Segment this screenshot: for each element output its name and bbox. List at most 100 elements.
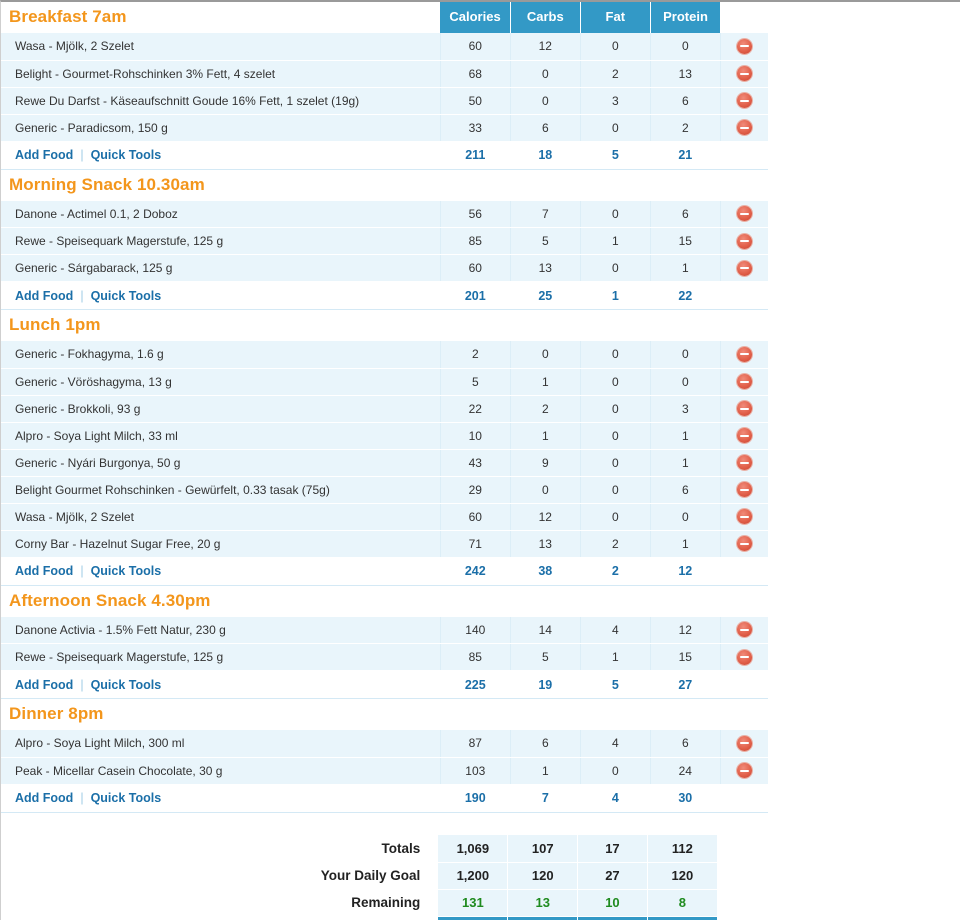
quick-tools-link[interactable]: Quick Tools: [91, 678, 162, 692]
remove-circle-icon[interactable]: [736, 482, 752, 498]
food-protein: 1: [650, 449, 721, 477]
food-calories: 60: [440, 503, 511, 531]
meal-total-delete-spacer: [720, 141, 768, 169]
remove-circle-icon[interactable]: [736, 93, 752, 109]
food-row: Alpro - Soya Light Milch, 300 ml 87 6 4 6: [1, 730, 768, 758]
food-protein: 0: [650, 368, 721, 396]
meal-total-row: Add Food | Quick Tools 201 25 1 22: [1, 281, 768, 310]
food-fat: 0: [580, 200, 651, 228]
delete-cell: [720, 368, 768, 396]
meal-total-row: Add Food | Quick Tools 211 18 5 21: [1, 141, 768, 169]
add-food-link[interactable]: Add Food: [15, 564, 73, 578]
add-food-link[interactable]: Add Food: [15, 678, 73, 692]
food-calories: 56: [440, 200, 511, 228]
food-name: Danone - Actimel 0.1, 2 Doboz: [1, 200, 441, 228]
summary-row-totals: Totals 1,069 107 17 112: [1, 835, 717, 863]
meal-total-calories: 201: [440, 281, 511, 310]
column-header-calories: Calories: [440, 2, 511, 33]
food-protein: 6: [650, 476, 721, 504]
food-carbs: 2: [510, 395, 581, 423]
food-protein: 12: [650, 616, 721, 644]
food-row: Generic - Brokkoli, 93 g 22 2 0 3: [1, 395, 768, 423]
summary-totals-fat: 17: [577, 835, 648, 863]
food-calories: 140: [440, 616, 511, 644]
remove-circle-icon[interactable]: [736, 622, 752, 638]
column-header-fat: Fat: [580, 2, 651, 33]
food-diary-table: Breakfast 7am Calories Carbs Fat Protein Wasa…: [1, 2, 768, 812]
quick-tools-link[interactable]: Quick Tools: [91, 791, 162, 805]
meal-total-carbs: 38: [510, 557, 581, 585]
meal-actions-cell: Add Food | Quick Tools: [1, 141, 441, 169]
food-carbs: 6: [510, 730, 581, 758]
meal-actions-cell: Add Food | Quick Tools: [1, 281, 441, 310]
remove-circle-icon[interactable]: [736, 120, 752, 136]
food-calories: 85: [440, 643, 511, 671]
meal-title: Breakfast 7am: [9, 7, 127, 26]
meal-total-fat: 2: [580, 557, 651, 585]
remove-circle-icon[interactable]: [736, 735, 752, 751]
remove-circle-icon[interactable]: [736, 66, 752, 82]
add-food-link[interactable]: Add Food: [15, 791, 73, 805]
quick-tools-link[interactable]: Quick Tools: [91, 289, 162, 303]
remove-circle-icon[interactable]: [736, 763, 752, 779]
food-carbs: 5: [510, 227, 581, 255]
remove-circle-icon[interactable]: [736, 649, 752, 665]
column-header-delete-spacer: [720, 2, 768, 33]
meal-header-cell: Morning Snack 10.30am: [1, 168, 768, 201]
food-row: Wasa - Mjölk, 2 Szelet 60 12 0 0: [1, 503, 768, 531]
action-separator: |: [80, 148, 84, 162]
meal-total-fat: 5: [580, 141, 651, 169]
meal-header-cell: Lunch 1pm: [1, 309, 768, 341]
food-row: Belight - Gourmet-Rohschinken 3% Fett, 4…: [1, 60, 768, 88]
add-food-link[interactable]: Add Food: [15, 148, 73, 162]
delete-cell: [720, 200, 768, 228]
remove-circle-icon[interactable]: [736, 206, 752, 222]
food-calories: 10: [440, 422, 511, 450]
food-protein: 2: [650, 114, 721, 142]
food-diary-page: Breakfast 7am Calories Carbs Fat Protein Wasa…: [0, 0, 960, 920]
meal-total-calories: 211: [440, 141, 511, 169]
meal-header-cell: Dinner 8pm: [1, 698, 768, 730]
food-carbs: 1: [510, 422, 581, 450]
remove-circle-icon[interactable]: [736, 401, 752, 417]
food-calories: 60: [440, 33, 511, 61]
remove-circle-icon[interactable]: [736, 346, 752, 362]
quick-tools-link[interactable]: Quick Tools: [91, 564, 162, 578]
quick-tools-link[interactable]: Quick Tools: [91, 148, 162, 162]
meal-total-protein: 22: [650, 281, 721, 310]
delete-cell: [720, 87, 768, 115]
summary-remaining-fat: 10: [577, 889, 648, 917]
delete-cell: [720, 530, 768, 558]
remove-circle-icon[interactable]: [736, 536, 752, 552]
food-fat: 0: [580, 341, 651, 369]
meal-total-protein: 27: [650, 670, 721, 699]
remove-circle-icon[interactable]: [736, 233, 752, 249]
remove-circle-icon[interactable]: [736, 38, 752, 54]
food-fat: 0: [580, 395, 651, 423]
add-food-link[interactable]: Add Food: [15, 289, 73, 303]
food-protein: 0: [650, 33, 721, 61]
remove-circle-icon[interactable]: [736, 428, 752, 444]
meal-total-delete-spacer: [720, 281, 768, 310]
food-protein: 24: [650, 757, 721, 785]
food-name: Wasa - Mjölk, 2 Szelet: [1, 33, 441, 61]
meal-total-delete-spacer: [720, 557, 768, 585]
remove-circle-icon[interactable]: [736, 509, 752, 525]
food-row: Wasa - Mjölk, 2 Szelet 60 12 0 0: [1, 33, 768, 61]
summary-footer-protein: Protein: [647, 916, 717, 920]
food-calories: 68: [440, 60, 511, 88]
food-fat: 3: [580, 87, 651, 115]
remove-circle-icon[interactable]: [736, 374, 752, 390]
remove-circle-icon[interactable]: [736, 260, 752, 276]
meal-total-row: Add Food | Quick Tools 225 19 5 27: [1, 670, 768, 699]
food-protein: 6: [650, 200, 721, 228]
meal-actions-cell: Add Food | Quick Tools: [1, 784, 441, 812]
food-row: Generic - Sárgabarack, 125 g 60 13 0 1: [1, 254, 768, 282]
remove-circle-icon[interactable]: [736, 455, 752, 471]
food-name: Peak - Micellar Casein Chocolate, 30 g: [1, 757, 441, 785]
summary-footer-fat: Fat: [577, 916, 648, 920]
food-fat: 1: [580, 227, 651, 255]
food-calories: 71: [440, 530, 511, 558]
summary-footer-row: CaloriesCarbsFatProtein: [1, 916, 717, 920]
food-name: Generic - Sárgabarack, 125 g: [1, 254, 441, 282]
